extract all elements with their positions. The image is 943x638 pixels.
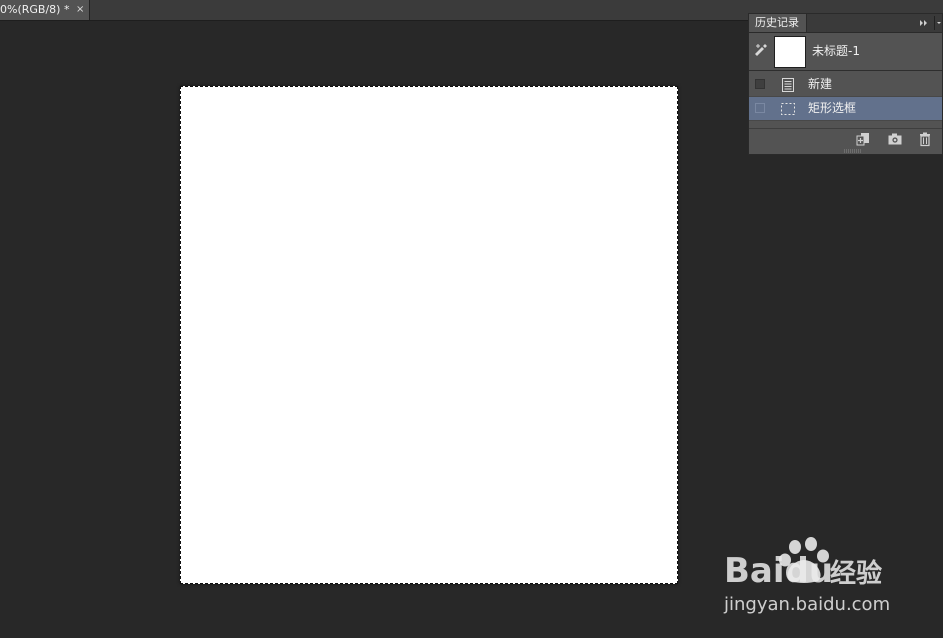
rectangular-marquee-icon <box>781 103 795 115</box>
history-panel: 历史记录 未标题-1 新建 矩形选框 <box>748 13 943 155</box>
history-panel-tab[interactable]: 历史记录 <box>749 14 807 32</box>
new-document-from-state-icon[interactable] <box>855 131 871 147</box>
history-brush-checkbox[interactable] <box>755 103 765 113</box>
watermark-brand: Baidu <box>724 551 833 591</box>
history-brush-source-icon[interactable] <box>753 42 769 58</box>
history-item-new[interactable]: 新建 <box>749 73 942 97</box>
document-tab-title: 0%(RGB/8) * <box>0 3 70 16</box>
close-icon[interactable]: × <box>76 0 84 20</box>
panel-footer <box>749 128 942 149</box>
snapshot-label: 未标题-1 <box>812 44 860 58</box>
history-snapshot[interactable]: 未标题-1 <box>749 32 942 71</box>
watermark-url: jingyan.baidu.com <box>723 594 890 615</box>
panel-resize-grip[interactable] <box>843 149 863 153</box>
watermark-brand-suffix: 经验 <box>830 558 882 589</box>
baidu-jingyan-watermark: Baidu 经验 jingyan.baidu.com <box>723 537 890 615</box>
marquee-selection <box>180 86 678 584</box>
panel-menu-icon[interactable] <box>934 16 943 30</box>
new-document-icon <box>782 78 794 92</box>
history-list: 新建 矩形选框 <box>749 73 942 121</box>
panel-header: 历史记录 <box>749 14 942 33</box>
history-item-label: 新建 <box>808 77 833 91</box>
history-item-label: 矩形选框 <box>808 101 857 115</box>
history-item-rect-marquee[interactable]: 矩形选框 <box>749 97 942 121</box>
snapshot-thumbnail <box>774 36 806 68</box>
document-canvas[interactable] <box>180 86 678 584</box>
camera-icon[interactable] <box>887 131 903 147</box>
history-brush-checkbox[interactable] <box>755 79 765 89</box>
collapse-panel-icon[interactable] <box>917 16 931 30</box>
document-tab[interactable]: 0%(RGB/8) * × <box>0 0 90 20</box>
trash-icon[interactable] <box>917 131 933 147</box>
